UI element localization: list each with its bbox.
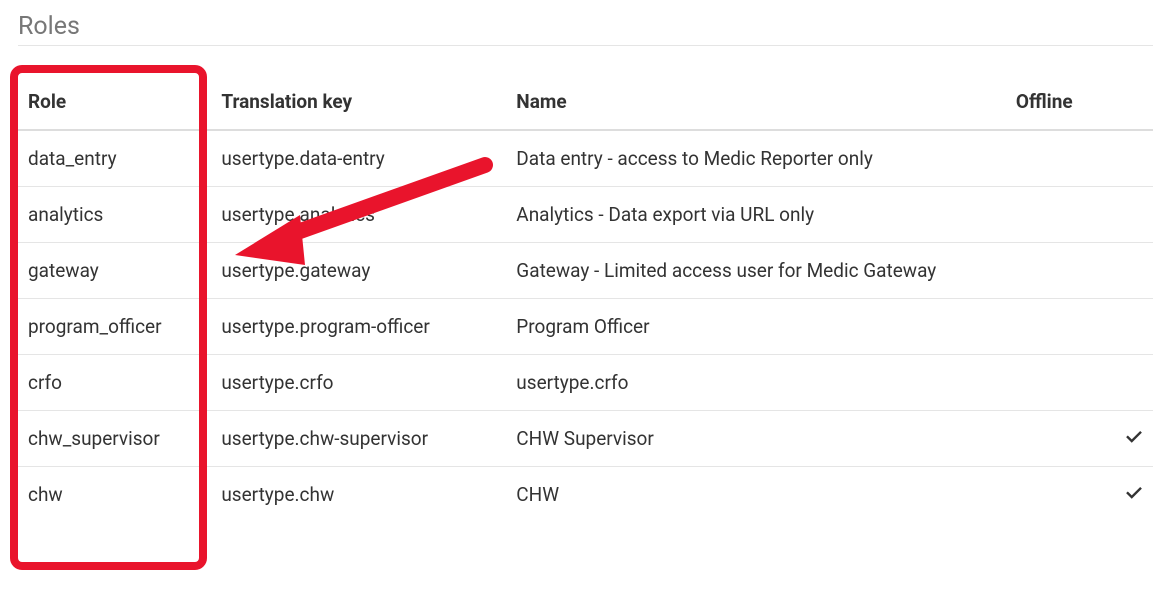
cell-offline [1006,299,1153,355]
cell-role: analytics [18,187,211,243]
cell-role: program_officer [18,299,211,355]
table-row[interactable]: gateway usertype.gateway Gateway - Limit… [18,243,1153,299]
table-row[interactable]: analytics usertype.analytics Analytics -… [18,187,1153,243]
roles-table: Role Translation key Name Offline data_e… [18,70,1153,522]
cell-offline [1006,130,1153,187]
cell-role: data_entry [18,130,211,187]
col-header-offline: Offline [1006,70,1153,130]
cell-translation-key: usertype.data-entry [211,130,506,187]
table-row[interactable]: crfo usertype.crfo usertype.crfo [18,355,1153,411]
roles-tbody: data_entry usertype.data-entry Data entr… [18,130,1153,522]
cell-role: gateway [18,243,211,299]
cell-name: Data entry - access to Medic Reporter on… [506,130,1006,187]
cell-translation-key: usertype.program-officer [211,299,506,355]
col-header-translation-key: Translation key [211,70,506,130]
cell-name: usertype.crfo [506,355,1006,411]
table-row[interactable]: data_entry usertype.data-entry Data entr… [18,130,1153,187]
cell-name: Analytics - Data export via URL only [506,187,1006,243]
cell-name: CHW Supervisor [506,411,1006,467]
cell-offline [1006,467,1153,523]
table-row[interactable]: program_officer usertype.program-officer… [18,299,1153,355]
cell-translation-key: usertype.analytics [211,187,506,243]
cell-translation-key: usertype.chw [211,467,506,523]
table-row[interactable]: chw usertype.chw CHW [18,467,1153,523]
cell-role: chw_supervisor [18,411,211,467]
cell-translation-key: usertype.chw-supervisor [211,411,506,467]
cell-translation-key: usertype.crfo [211,355,506,411]
cell-role: chw [18,467,211,523]
table-row[interactable]: chw_supervisor usertype.chw-supervisor C… [18,411,1153,467]
col-header-role: Role [18,70,211,130]
cell-role: crfo [18,355,211,411]
check-icon [1125,483,1143,501]
cell-name: CHW [506,467,1006,523]
cell-offline [1006,355,1153,411]
page-title: Roles [18,12,1153,46]
check-icon [1125,427,1143,445]
cell-name: Program Officer [506,299,1006,355]
cell-offline [1006,243,1153,299]
col-header-name: Name [506,70,1006,130]
cell-name: Gateway - Limited access user for Medic … [506,243,1006,299]
cell-translation-key: usertype.gateway [211,243,506,299]
table-header-row: Role Translation key Name Offline [18,70,1153,130]
cell-offline [1006,187,1153,243]
cell-offline [1006,411,1153,467]
